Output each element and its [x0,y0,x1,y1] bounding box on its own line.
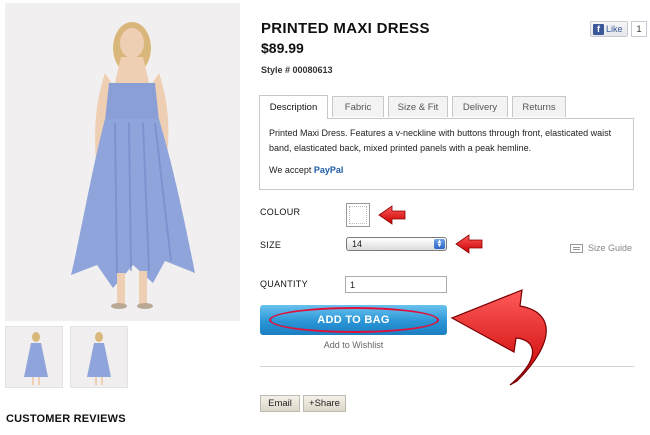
add-to-bag-button[interactable]: ADD TO BAG [260,305,447,335]
size-label: SIZE [260,240,282,250]
facebook-like-button[interactable]: f Like [590,21,628,37]
customer-reviews-heading: CUSTOMER REVIEWS [6,413,126,425]
product-title: PRINTED MAXI DRESS [261,20,430,37]
size-select[interactable]: 14 ▲ ▼ [346,237,447,251]
product-price: $89.99 [261,40,304,56]
facebook-icon: f [593,23,604,35]
description-panel: Printed Maxi Dress. Features a v-necklin… [259,118,634,190]
tab-size-fit[interactable]: Size & Fit [388,96,448,117]
paypal-logo: PayPal [313,165,344,175]
description-text: Printed Maxi Dress. Features a v-necklin… [269,128,612,153]
tab-delivery[interactable]: Delivery [452,96,508,117]
add-to-wishlist-link[interactable]: Add to Wishlist [260,340,447,350]
facebook-like-label: Like [606,24,623,34]
size-guide-link[interactable]: Size Guide [570,243,632,253]
share-button[interactable]: +Share [303,395,346,412]
arrow-pointing-colour-icon [378,205,406,225]
tab-description[interactable]: Description [259,95,328,119]
highlight-circle [269,307,439,333]
ruler-icon [570,243,583,253]
product-info-tabs: Description Fabric Size & Fit Delivery R… [259,95,566,119]
size-selected-value: 14 [352,239,363,249]
thumbnail-back-illustration [87,332,111,385]
product-thumbnail-front[interactable] [5,326,63,388]
product-thumbnail-back[interactable] [70,326,128,388]
tab-returns[interactable]: Returns [512,96,566,117]
accept-prefix: We accept [269,165,312,175]
arrow-pointing-size-icon [455,234,483,254]
select-arrows-icon: ▲ ▼ [434,239,445,249]
quantity-label: QUANTITY [260,279,308,289]
email-button[interactable]: Email [260,395,300,412]
colour-swatch[interactable] [346,203,370,227]
model-photo-illustration [5,3,240,321]
section-divider [260,366,634,367]
facebook-like-count: 1 [631,21,647,37]
tab-fabric[interactable]: Fabric [332,96,384,117]
size-guide-label: Size Guide [588,243,633,253]
curved-arrow-icon [450,289,547,386]
product-style-number: Style # 00080613 [261,65,333,75]
payment-accepted: We accept PayPal [269,163,624,178]
product-main-image[interactable] [5,3,240,321]
colour-label: COLOUR [260,207,301,217]
quantity-input[interactable]: 1 [345,276,447,293]
thumbnail-front-illustration [24,332,48,385]
